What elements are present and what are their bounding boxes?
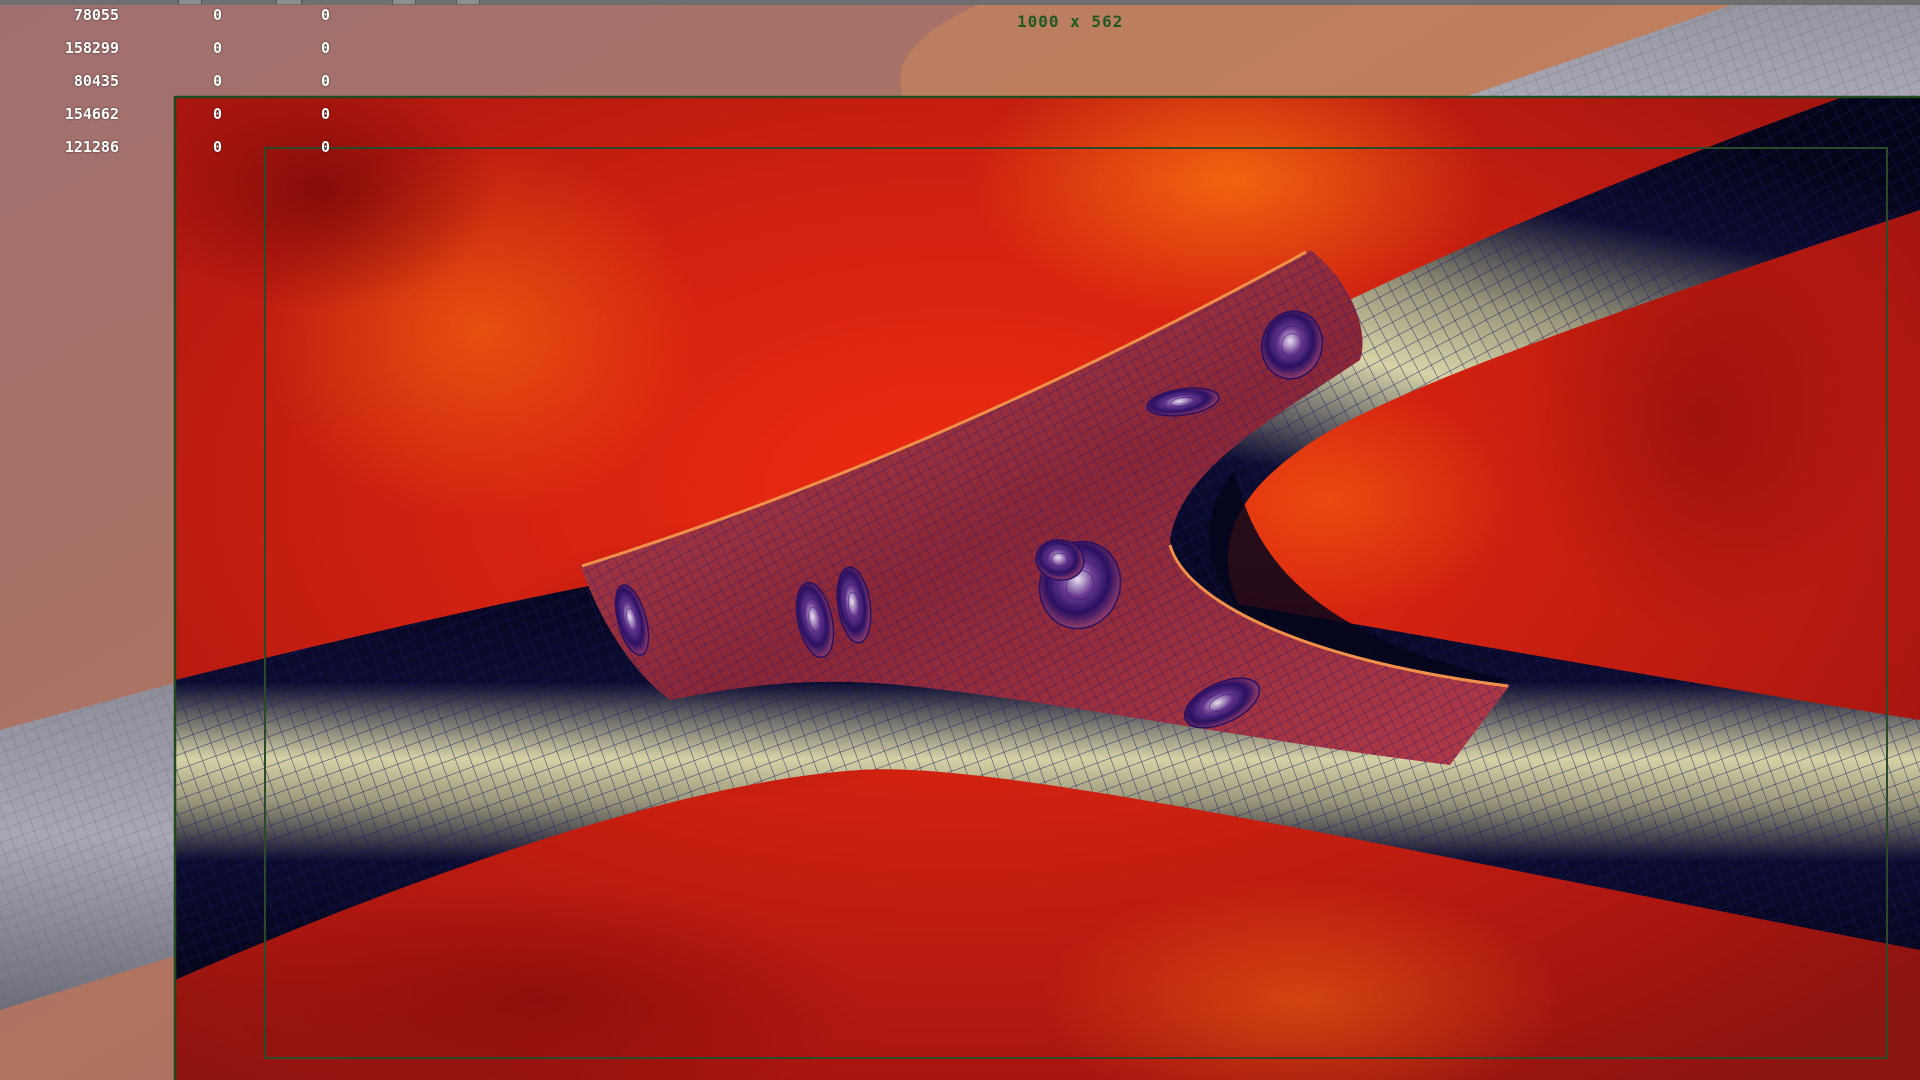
strip-tab[interactable] [456,0,480,4]
hud-col3: 0 [321,138,331,156]
hud-row: 154662 0 0 [0,105,360,125]
hud-col2: 0 [213,72,223,90]
strip-tab[interactable] [392,0,416,4]
hud-value: 154662 [64,105,119,123]
resolution-gate-content [175,97,1920,1080]
hud-value: 158299 [64,39,119,57]
hud-col2: 0 [213,105,223,123]
hud-col2: 0 [213,6,223,24]
hud-col3: 0 [321,39,331,57]
hud-row: 158299 0 0 [0,39,360,59]
viewport-scene[interactable] [0,0,1920,1080]
hud-row: 121286 0 0 [0,138,360,158]
3d-viewport[interactable]: 1000 x 562 78055 0 0 158299 0 0 80435 0 … [0,0,1920,1080]
resolution-label: 1000 x 562 [1017,12,1124,31]
hud-col3: 0 [321,72,331,90]
hud-col3: 0 [321,105,331,123]
hud-col2: 0 [213,39,223,57]
hud-col2: 0 [213,138,223,156]
hud-row: 78055 0 0 [0,6,360,26]
header-strip [0,0,1920,5]
hud-value: 78055 [73,6,119,24]
hud-value: 121286 [64,138,119,156]
strip-tab[interactable] [276,0,302,4]
hud-row: 80435 0 0 [0,72,360,92]
hud-value: 80435 [73,72,119,90]
strip-tab[interactable] [178,0,202,4]
hud-col3: 0 [321,6,331,24]
